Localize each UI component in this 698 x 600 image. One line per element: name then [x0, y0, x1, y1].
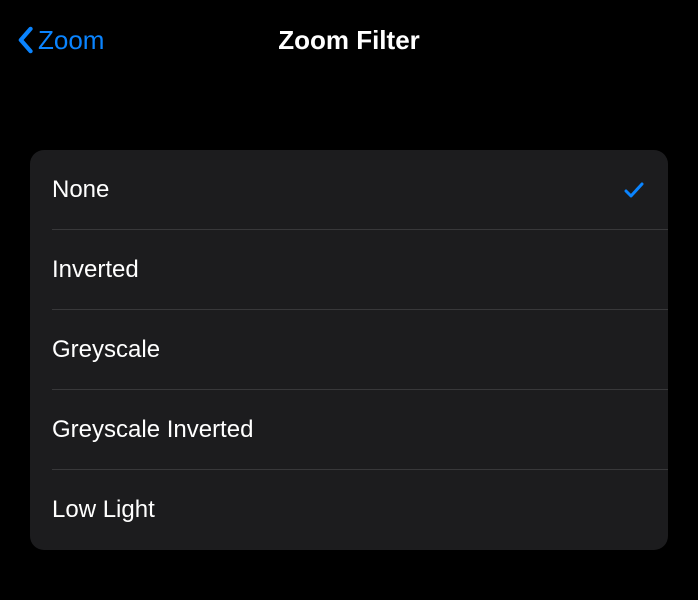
back-button[interactable]: Zoom	[16, 25, 104, 56]
chevron-left-icon	[16, 26, 34, 54]
checkmark-icon	[622, 178, 646, 202]
filter-option-none[interactable]: None	[30, 150, 668, 230]
option-label: Greyscale Inverted	[52, 416, 253, 444]
content: None Inverted Greyscale Greyscale Invert…	[0, 80, 698, 550]
filter-option-greyscale[interactable]: Greyscale	[30, 310, 668, 390]
back-label: Zoom	[38, 25, 104, 56]
filter-options-group: None Inverted Greyscale Greyscale Invert…	[30, 150, 668, 550]
filter-option-low-light[interactable]: Low Light	[30, 470, 668, 550]
navigation-header: Zoom Zoom Filter	[0, 0, 698, 80]
filter-option-greyscale-inverted[interactable]: Greyscale Inverted	[30, 390, 668, 470]
option-label: Low Light	[52, 496, 155, 524]
page-title: Zoom Filter	[278, 25, 420, 56]
option-label: Greyscale	[52, 336, 160, 364]
option-label: Inverted	[52, 256, 139, 284]
filter-option-inverted[interactable]: Inverted	[30, 230, 668, 310]
option-label: None	[52, 176, 109, 204]
